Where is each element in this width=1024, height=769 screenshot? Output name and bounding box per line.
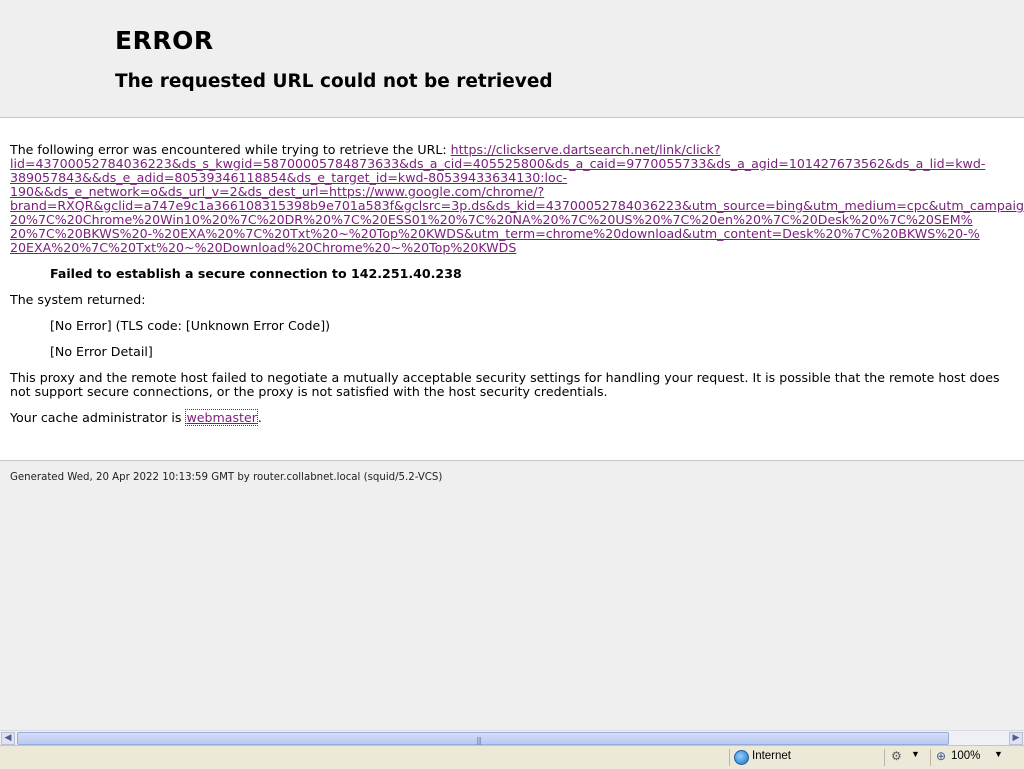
- security-zone[interactable]: Internet: [729, 749, 880, 766]
- error-content: The following error was encountered whil…: [0, 118, 1024, 461]
- url-line-1: lid=43700052784036223&ds_s_kwgid=5870000…: [10, 156, 986, 171]
- intro-paragraph: The following error was encountered whil…: [10, 143, 1024, 255]
- intro-text: The following error was encountered whil…: [10, 142, 451, 157]
- chevron-down-icon: ▼: [911, 749, 920, 759]
- failure-message: Failed to establish a secure connection …: [50, 266, 462, 281]
- zoom-control[interactable]: ⊕ 100% ▼: [930, 749, 1024, 766]
- error-heading: ERROR: [115, 26, 214, 55]
- url-line-2: 389057843&&ds_e_adid=80539346118854&ds_e…: [10, 170, 568, 185]
- url-line-7: 20EXA%20%7C%20Txt%20~%20Download%20Chrom…: [10, 240, 517, 255]
- webmaster-link[interactable]: webmaster: [185, 409, 258, 426]
- horizontal-scrollbar[interactable]: ◀ ||| ▶: [0, 730, 1024, 746]
- error-subheading: The requested URL could not be retrieved: [115, 71, 553, 92]
- generated-footer: Generated Wed, 20 Apr 2022 10:13:59 GMT …: [10, 472, 443, 483]
- error-detail: [No Error Detail]: [50, 344, 153, 359]
- title-area: ERROR The requested URL could not be ret…: [0, 0, 1024, 118]
- admin-suffix: .: [257, 410, 262, 425]
- scroll-left-button[interactable]: ◀: [1, 732, 15, 745]
- error-code: [No Error] (TLS code: [Unknown Error Cod…: [50, 318, 331, 333]
- admin-line: Your cache administrator is webmaster.: [10, 409, 262, 426]
- url-line-4: brand=RXQR&gclid=a747e9c1a366108315398b9…: [10, 198, 1024, 213]
- magnifier-icon: ⊕: [936, 749, 947, 763]
- browser-status-bar: Internet ⚙ ▼ ⊕ 100% ▼: [0, 745, 1024, 769]
- admin-prefix: Your cache administrator is: [10, 410, 186, 425]
- scrollbar-thumb[interactable]: |||: [17, 732, 949, 745]
- url-line-3: 190&&ds_e_network=o&ds_url_v=2&ds_dest_u…: [10, 184, 545, 199]
- url-line-5: 20%7C%20Chrome%20Win10%20%7C%20DR%20%7C%…: [10, 212, 973, 227]
- error-page: ERROR The requested URL could not be ret…: [0, 0, 1024, 730]
- protected-mode-control[interactable]: ⚙ ▼: [884, 749, 925, 766]
- url-line-6: 20%7C%20BKWS%20-%20EXA%20%7C%20Txt%20~%2…: [10, 226, 980, 241]
- protected-mode-icon: ⚙: [891, 749, 902, 763]
- zoom-level: 100%: [951, 750, 981, 762]
- url-line-0: https://clickserve.dartsearch.net/link/c…: [450, 142, 721, 157]
- scroll-right-button[interactable]: ▶: [1009, 732, 1023, 745]
- chevron-down-icon: ▼: [994, 749, 1003, 759]
- globe-icon: [734, 750, 749, 765]
- system-returned-label: The system returned:: [10, 292, 146, 307]
- requested-url-link[interactable]: https://clickserve.dartsearch.net/link/c…: [10, 142, 1024, 255]
- error-explanation: This proxy and the remote host failed to…: [10, 370, 1000, 399]
- zone-label: Internet: [752, 750, 791, 762]
- grip-icon: |||: [476, 736, 482, 745]
